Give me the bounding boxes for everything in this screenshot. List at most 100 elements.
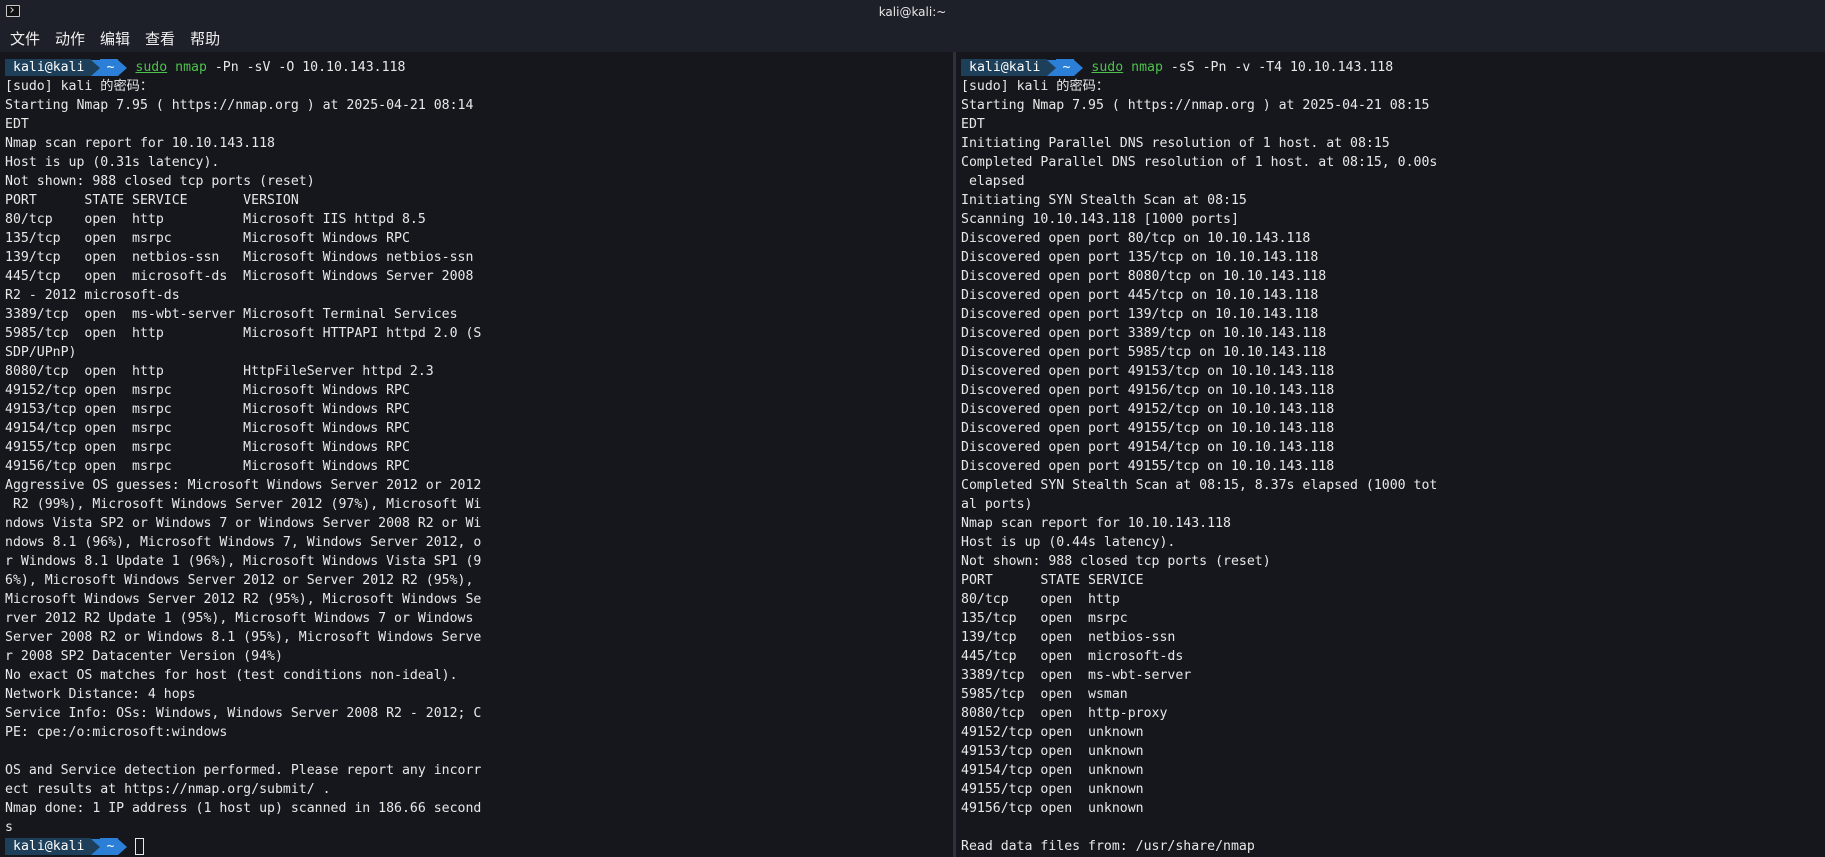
window-title: kali@kali:~ bbox=[878, 5, 947, 19]
output-line: 8080/tcp open http HttpFileServer httpd … bbox=[5, 364, 434, 379]
prompt-line-active: kali@kali ~ bbox=[5, 837, 953, 856]
output-line: 445/tcp open microsoft-ds Microsoft Wind… bbox=[5, 269, 474, 284]
menu-view[interactable]: 查看 bbox=[145, 28, 175, 49]
output-line: PORT STATE SERVICE VERSION bbox=[5, 193, 299, 208]
output-line: Discovered open port 8080/tcp on 10.10.1… bbox=[961, 269, 1327, 284]
command-bin: nmap bbox=[175, 60, 207, 75]
output-line: Discovered open port 80/tcp on 10.10.143… bbox=[961, 231, 1311, 246]
menu-file[interactable]: 文件 bbox=[10, 28, 40, 49]
command-args: -sS -Pn -v -T4 10.10.143.118 bbox=[1170, 60, 1394, 75]
output-line: 135/tcp open msrpc bbox=[961, 611, 1128, 626]
output-line: 139/tcp open netbios-ssn bbox=[961, 630, 1176, 645]
output-line: 139/tcp open netbios-ssn Microsoft Windo… bbox=[5, 250, 474, 265]
output-line: Discovered open port 49155/tcp on 10.10.… bbox=[961, 459, 1335, 474]
menu-help[interactable]: 帮助 bbox=[190, 28, 220, 49]
command-sudo: sudo bbox=[135, 60, 168, 75]
terminal-pane-left[interactable]: kali@kali ~ sudo nmap -Pn -sV -O 10.10.1… bbox=[0, 52, 953, 857]
prompt-separator-icon bbox=[91, 838, 101, 855]
output-line: elapsed bbox=[961, 174, 1025, 189]
output-line: No exact OS matches for host (test condi… bbox=[5, 668, 458, 683]
output-line: 49155/tcp open msrpc Microsoft Windows R… bbox=[5, 440, 410, 455]
output-line: 49156/tcp open msrpc Microsoft Windows R… bbox=[5, 459, 410, 474]
output-line: 49153/tcp open unknown bbox=[961, 744, 1144, 759]
output-line: R2 - 2012 microsoft-ds bbox=[5, 288, 180, 303]
output-line: r Windows 8.1 Update 1 (96%), Microsoft … bbox=[5, 554, 482, 569]
output-line: ect results at https://nmap.org/submit/ … bbox=[5, 782, 331, 797]
prompt-user: kali@kali bbox=[961, 59, 1048, 76]
output-line: Discovered open port 49155/tcp on 10.10.… bbox=[961, 421, 1335, 436]
prompt-dir: ~ bbox=[100, 838, 119, 855]
prompt-line: kali@kali ~ sudo nmap -sS -Pn -v -T4 10.… bbox=[961, 58, 1825, 77]
output-line: Completed SYN Stealth Scan at 08:15, 8.3… bbox=[961, 478, 1438, 493]
output-line: 445/tcp open microsoft-ds bbox=[961, 649, 1184, 664]
prompt-separator-icon bbox=[1047, 59, 1057, 76]
output-line: Completed Parallel DNS resolution of 1 h… bbox=[961, 155, 1438, 170]
output-line: 49154/tcp open msrpc Microsoft Windows R… bbox=[5, 421, 410, 436]
text-cursor[interactable] bbox=[135, 838, 145, 855]
output-line: Initiating Parallel DNS resolution of 1 … bbox=[961, 136, 1390, 151]
prompt-arrow-icon bbox=[118, 838, 128, 855]
output-line: [sudo] kali 的密码： bbox=[961, 79, 1110, 94]
output-line: Discovered open port 49153/tcp on 10.10.… bbox=[961, 364, 1335, 379]
output-line: 135/tcp open msrpc Microsoft Windows RPC bbox=[5, 231, 410, 246]
output-line: 5985/tcp open wsman bbox=[961, 687, 1128, 702]
prompt-user: kali@kali bbox=[5, 838, 92, 855]
output-line: Discovered open port 135/tcp on 10.10.14… bbox=[961, 250, 1319, 265]
output-line: 49153/tcp open msrpc Microsoft Windows R… bbox=[5, 402, 410, 417]
prompt-separator-icon bbox=[91, 59, 101, 76]
menu-action[interactable]: 动作 bbox=[55, 28, 85, 49]
output-line: 80/tcp open http bbox=[961, 592, 1120, 607]
output-line: rver 2012 R2 Update 1 (95%), Microsoft W… bbox=[5, 611, 474, 626]
output-line: Nmap done: 1 IP address (1 host up) scan… bbox=[5, 801, 482, 816]
output-line: Nmap scan report for 10.10.143.118 bbox=[5, 136, 275, 151]
output-line: Nmap scan report for 10.10.143.118 bbox=[961, 516, 1231, 531]
output-line: Initiating SYN Stealth Scan at 08:15 bbox=[961, 193, 1247, 208]
output-line: s bbox=[5, 820, 13, 835]
prompt-arrow-icon bbox=[1074, 59, 1084, 76]
menu-bar: 文件 动作 编辑 查看 帮助 bbox=[0, 24, 1825, 52]
output-line: Not shown: 988 closed tcp ports (reset) bbox=[5, 174, 315, 189]
prompt-arrow-icon bbox=[118, 59, 128, 76]
output-line: OS and Service detection performed. Plea… bbox=[5, 763, 482, 778]
output-line: ndows 8.1 (96%), Microsoft Windows 7, Wi… bbox=[5, 535, 482, 550]
output-line: 80/tcp open http Microsoft IIS httpd 8.5 bbox=[5, 212, 426, 227]
output-line: 49156/tcp open unknown bbox=[961, 801, 1144, 816]
output-line: 49152/tcp open unknown bbox=[961, 725, 1144, 740]
menu-edit[interactable]: 编辑 bbox=[100, 28, 130, 49]
output-line: Discovered open port 49154/tcp on 10.10.… bbox=[961, 440, 1335, 455]
prompt-line: kali@kali ~ sudo nmap -Pn -sV -O 10.10.1… bbox=[5, 58, 953, 77]
output-line: ndows Vista SP2 or Windows 7 or Windows … bbox=[5, 516, 482, 531]
output-line: EDT bbox=[961, 117, 985, 132]
output-line: Discovered open port 3389/tcp on 10.10.1… bbox=[961, 326, 1327, 341]
output-line: R2 (99%), Microsoft Windows Server 2012 … bbox=[5, 497, 482, 512]
output-line: 3389/tcp open ms-wbt-server bbox=[961, 668, 1192, 683]
terminal-output-left: kali@kali ~ sudo nmap -Pn -sV -O 10.10.1… bbox=[5, 58, 953, 856]
output-line: Host is up (0.31s latency). bbox=[5, 155, 220, 170]
output-line: Discovered open port 139/tcp on 10.10.14… bbox=[961, 307, 1319, 322]
output-line: 49152/tcp open msrpc Microsoft Windows R… bbox=[5, 383, 410, 398]
output-line: 49154/tcp open unknown bbox=[961, 763, 1144, 778]
output-line: 6%), Microsoft Windows Server 2012 or Se… bbox=[5, 573, 474, 588]
terminal-output-right: kali@kali ~ sudo nmap -sS -Pn -v -T4 10.… bbox=[961, 58, 1825, 856]
output-line: Microsoft Windows Server 2012 R2 (95%), … bbox=[5, 592, 482, 607]
output-line: PORT STATE SERVICE bbox=[961, 573, 1144, 588]
prompt-dir: ~ bbox=[100, 59, 119, 76]
output-line: Discovered open port 445/tcp on 10.10.14… bbox=[961, 288, 1319, 303]
output-line: r 2008 SP2 Datacenter Version (94%) bbox=[5, 649, 283, 664]
output-line: Not shown: 988 closed tcp ports (reset) bbox=[961, 554, 1271, 569]
output-line: EDT bbox=[5, 117, 29, 132]
command-sudo: sudo bbox=[1091, 60, 1124, 75]
command-bin: nmap bbox=[1131, 60, 1163, 75]
output-line: SDP/UPnP) bbox=[5, 345, 77, 360]
output-line: PE: cpe:/o:microsoft:windows bbox=[5, 725, 228, 740]
output-line: Starting Nmap 7.95 ( https://nmap.org ) … bbox=[961, 98, 1430, 113]
output-line: 8080/tcp open http-proxy bbox=[961, 706, 1168, 721]
output-line: Discovered open port 49156/tcp on 10.10.… bbox=[961, 383, 1335, 398]
terminal-pane-right[interactable]: kali@kali ~ sudo nmap -sS -Pn -v -T4 10.… bbox=[956, 52, 1825, 857]
command-text: sudo nmap -Pn -sV -O 10.10.143.118 bbox=[135, 58, 405, 77]
output-line: Scanning 10.10.143.118 [1000 ports] bbox=[961, 212, 1239, 227]
terminal-icon bbox=[6, 5, 20, 17]
prompt-dir: ~ bbox=[1056, 59, 1075, 76]
